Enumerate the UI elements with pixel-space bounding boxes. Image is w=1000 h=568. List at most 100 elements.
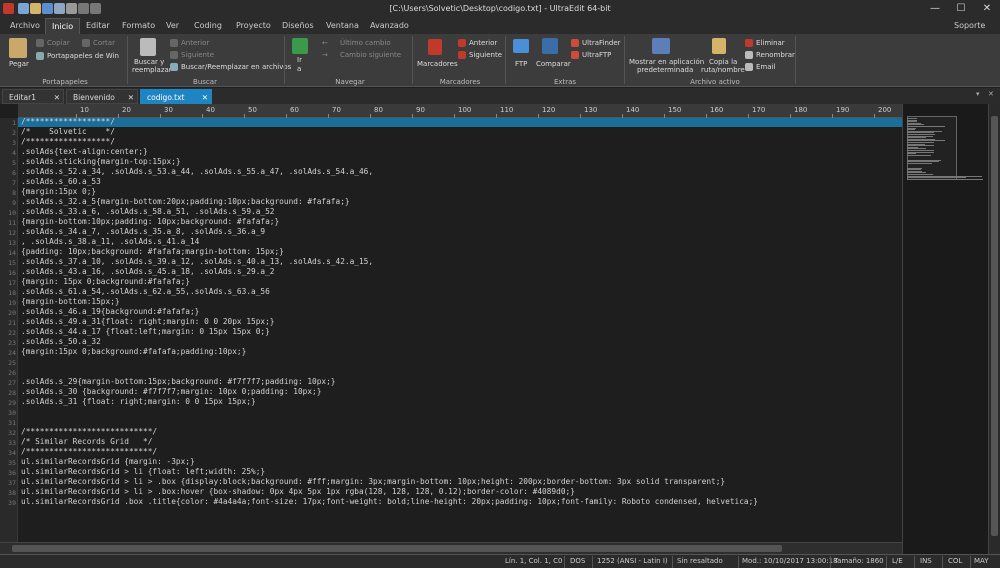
code-line[interactable]: .solAds.s_52.a_34, .solAds.s_53.a_44, .s… [21, 167, 373, 177]
minimap[interactable] [902, 104, 988, 554]
tab-inicio[interactable]: Inicio [45, 18, 81, 34]
ftp-button[interactable]: FTP [515, 60, 527, 68]
ultrafinder-button[interactable]: UltraFinder [582, 39, 621, 47]
tab-ventana[interactable]: Ventana [320, 18, 365, 34]
vertical-scrollbar[interactable] [988, 104, 1000, 554]
mostrar-aplicacion-label[interactable]: Mostrar en aplicación [629, 58, 704, 66]
code-line[interactable]: {margin: 15px 0;background:#fafafa;} [21, 277, 190, 287]
code-line[interactable]: {margin-bottom:15px;} [21, 297, 120, 307]
anterior-search-button[interactable]: Anterior [181, 39, 209, 47]
code-line[interactable]: /* Solvetic */ [21, 127, 115, 137]
tab-ver[interactable]: Ver [160, 18, 185, 34]
doc-tab-codigo[interactable]: codigo.txt ✕ [140, 89, 212, 104]
eliminar-button[interactable]: Eliminar [756, 39, 785, 47]
line-number-gutter[interactable]: 1 2 3 4 5 6 7 8 9 10 11 12 13 14 15 16 17 18 19 20 21 22 23 24 2… [0, 118, 18, 542]
code-line[interactable]: .solAds.s_34.a_7, .solAds.s_35.a_8, .sol… [21, 227, 265, 237]
code-line[interactable]: .solAds.s_60.a_53 [21, 177, 101, 187]
buscar-reemplazar-archivos-button[interactable]: Buscar/Reemplazar en archivos [181, 63, 291, 71]
marcadores-button[interactable]: Marcadores [417, 60, 458, 68]
ruta-nombre-label[interactable]: ruta/nombre [701, 66, 745, 74]
cursor-position[interactable]: Lín. 1, Col. 1, C0 [505, 557, 562, 565]
code-line[interactable]: /******************/ [21, 137, 115, 147]
code-line[interactable]: .solAds.sticking{margin-top:15px;} [21, 157, 181, 167]
code-line[interactable]: .solAds.s_50.a_32 [21, 337, 101, 347]
doc-tab-bienvenido[interactable]: Bienvenido ✕ [66, 89, 138, 104]
copia-la-label[interactable]: Copia la [709, 58, 737, 66]
vertical-scroll-thumb[interactable] [991, 116, 998, 536]
horizontal-scrollbar[interactable] [0, 542, 902, 554]
code-line[interactable]: ul.similarRecordsGrid > li {float: left;… [21, 467, 265, 477]
minimize-button[interactable]: — [922, 0, 948, 18]
code-line[interactable]: {margin:15px 0;background:#fafafa;paddin… [21, 347, 246, 357]
anterior-bookmark-button[interactable]: Anterior [469, 39, 497, 47]
copy-path-icon[interactable] [712, 38, 726, 54]
tab-coding[interactable]: Coding [188, 18, 228, 34]
close-icon[interactable]: ✕ [128, 90, 134, 105]
close-button[interactable]: ✕ [974, 0, 1000, 18]
code-line[interactable]: .solAds.s_31 {float: right;margin: 0 0 1… [21, 397, 256, 407]
tab-formato[interactable]: Formato [116, 18, 161, 34]
code-line[interactable]: ul.similarRecordsGrid > li > .box {displ… [21, 477, 725, 487]
email-button[interactable]: Email [756, 63, 775, 71]
code-line[interactable]: .solAds.s_49.a_31{float: right;margin: 0… [21, 317, 274, 327]
renombrar-button[interactable]: Renombrar [756, 51, 795, 59]
code-line[interactable]: .solAds.s_43.a_16, .solAds.s_45.a_18, .s… [21, 267, 274, 277]
tab-disenos[interactable]: Diseños [276, 18, 320, 34]
code-line[interactable]: /***************************/ [21, 427, 157, 437]
predeterminada-label[interactable]: predeterminada [637, 66, 693, 74]
code-line[interactable]: .solAds.s_30 {background: #f7f7f7;margin… [21, 387, 321, 397]
ultimo-cambio-button[interactable]: Último cambio [340, 39, 391, 47]
column-mode[interactable]: COL [948, 557, 962, 565]
line-ending[interactable]: DOS [570, 557, 585, 565]
go-to-icon[interactable] [292, 38, 308, 54]
show-in-app-icon[interactable] [652, 38, 670, 54]
bookmark-icon[interactable] [428, 39, 442, 55]
code-line[interactable]: .solAds.s_61.a_54,.solAds.s_62.a_55,.sol… [21, 287, 270, 297]
highlight-mode[interactable]: Sin resaltado [677, 557, 723, 565]
soporte-link[interactable]: Soporte [948, 18, 991, 34]
close-icon[interactable]: ✕ [202, 90, 208, 105]
code-line[interactable]: , .solAds.s_38.a_11, .solAds.s_41.a_14 [21, 237, 199, 247]
tab-list-icon[interactable]: ▾ [976, 90, 980, 98]
siguiente-bookmark-button[interactable]: Siguiente [469, 51, 502, 59]
portapapeles-win-dropdown[interactable]: Portapapeles de Win [47, 52, 119, 60]
compare-icon[interactable] [542, 38, 558, 54]
code-line[interactable]: {margin-bottom:10px;padding: 10px;backgr… [21, 217, 279, 227]
horizontal-scroll-thumb[interactable] [12, 545, 782, 552]
ftp-icon[interactable] [513, 39, 529, 53]
pegar-button[interactable]: Pegar [9, 60, 29, 68]
copiar-button[interactable]: Copiar [47, 39, 70, 47]
editor-area[interactable]: 1 2 3 4 5 6 7 8 9 10 11 12 13 14 15 16 17 18 19 20 21 22 23 24 2… [0, 117, 902, 542]
code-line[interactable]: .solAds.s_44.a_17 {float:left;margin: 0 … [21, 327, 270, 337]
tab-archivo[interactable]: Archivo [4, 18, 46, 34]
ir-a-label[interactable]: a [297, 65, 301, 73]
insert-mode[interactable]: INS [920, 557, 932, 565]
code-line[interactable]: /******************/ [21, 117, 115, 127]
siguiente-search-button[interactable]: Siguiente [181, 51, 214, 59]
code-line[interactable]: /* Similar Records Grid */ [21, 437, 152, 447]
tab-avanzado[interactable]: Avanzado [364, 18, 415, 34]
code-line[interactable]: .solAds.s_46.a_19{background:#fafafa;} [21, 307, 199, 317]
code-line[interactable]: .solAds{text-align:center;} [21, 147, 148, 157]
doc-tab-editar1[interactable]: Editar1 ✕ [2, 89, 64, 104]
paste-icon[interactable] [9, 38, 27, 58]
code-line[interactable]: {padding: 10px;background: #fafafa;margi… [21, 247, 284, 257]
tab-editar[interactable]: Editar [80, 18, 116, 34]
encoding[interactable]: 1252 (ANSI - Latin I) [597, 557, 668, 565]
code-line[interactable]: {margin:15px 0;} [21, 187, 96, 197]
cortar-button[interactable]: Cortar [93, 39, 115, 47]
close-icon[interactable]: ✕ [54, 90, 60, 105]
code-line[interactable]: /***************************/ [21, 447, 157, 457]
read-write-status[interactable]: L/E [892, 557, 903, 565]
code-line[interactable]: ul.similarRecordsGrid > li > .box:hover … [21, 487, 575, 497]
tab-close-all-icon[interactable]: ✕ [988, 90, 994, 98]
code-line[interactable]: ul.similarRecordsGrid {margin: -3px;} [21, 457, 195, 467]
code-line[interactable]: .solAds.s_29{margin-bottom:15px;backgrou… [21, 377, 336, 387]
ir-label[interactable]: Ir [297, 56, 302, 64]
buscar-y-label[interactable]: Buscar y [134, 58, 164, 66]
code-line[interactable]: .solAds.s_37.a_10, .solAds.s_39.a_12, .s… [21, 257, 373, 267]
code-line[interactable]: .solAds.s_32.a_5{margin-bottom:20px;padd… [21, 197, 350, 207]
binoculars-icon[interactable] [140, 38, 156, 56]
code-line[interactable]: .solAds.s_33.a_6, .solAds.s_58.a_51, .so… [21, 207, 274, 217]
ultraftp-button[interactable]: UltraFTP [582, 51, 611, 59]
